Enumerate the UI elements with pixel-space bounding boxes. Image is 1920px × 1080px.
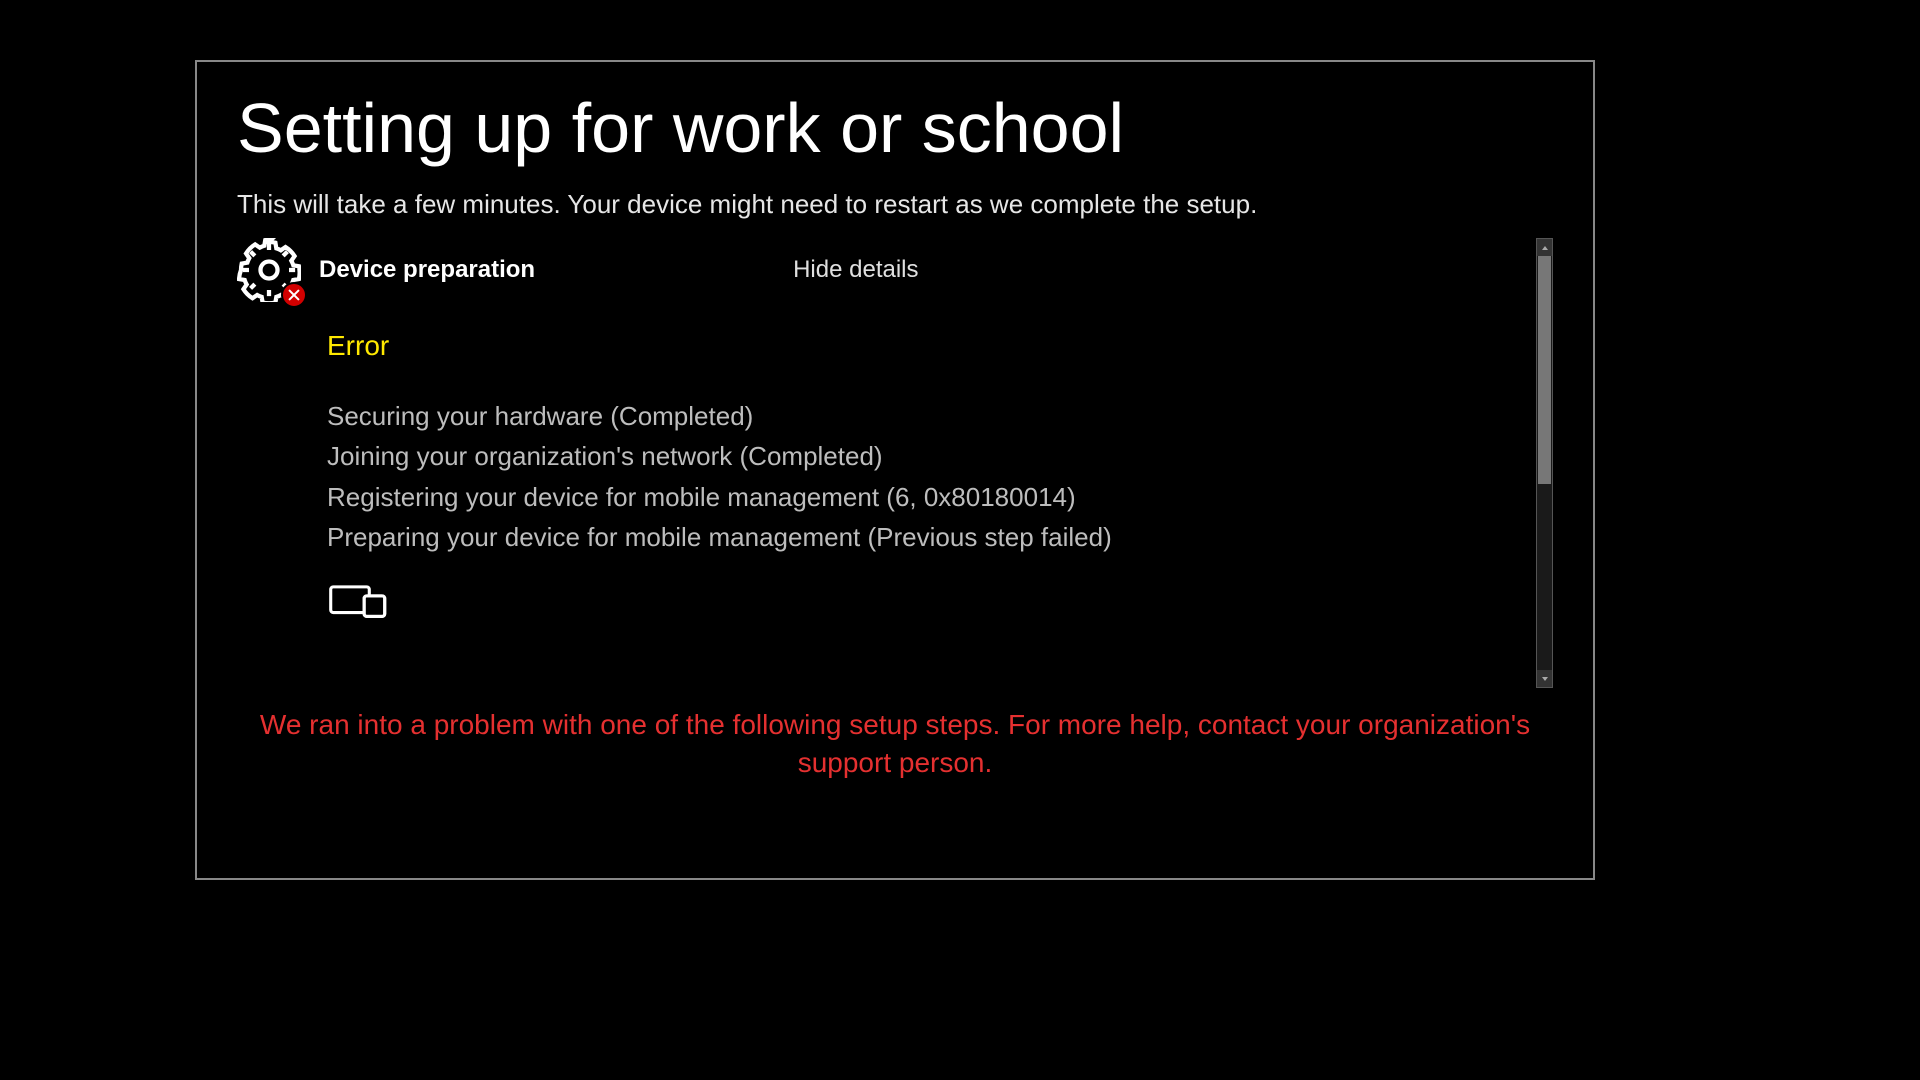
scroll-down-button[interactable] [1537, 670, 1552, 687]
scroll-thumb[interactable] [1538, 256, 1551, 484]
scroll-content: Device preparation Hide details Error Se… [237, 238, 1553, 619]
content-area: Device preparation Hide details Error Se… [237, 238, 1553, 688]
hide-details-toggle[interactable]: Hide details [793, 256, 918, 284]
scroll-track[interactable] [1537, 256, 1552, 670]
step-item: Securing your hardware (Completed) [327, 396, 1523, 436]
page-subtitle: This will take a few minutes. Your devic… [237, 189, 1553, 220]
problem-message: We ran into a problem with one of the fo… [237, 706, 1553, 782]
devices-icon [327, 583, 391, 619]
section-label: Device preparation [319, 256, 535, 284]
page-title: Setting up for work or school [237, 90, 1553, 167]
scroll-up-button[interactable] [1537, 239, 1552, 256]
step-item: Joining your organization's network (Com… [327, 436, 1523, 476]
gear-icon [237, 238, 301, 302]
step-item: Preparing your device for mobile managem… [327, 517, 1523, 557]
status-error: Error [327, 330, 1523, 362]
device-preparation-header: Device preparation Hide details [237, 238, 1523, 302]
section-details: Error Securing your hardware (Completed)… [237, 330, 1523, 619]
step-item: Registering your device for mobile manag… [327, 477, 1523, 517]
error-badge-icon [281, 282, 307, 308]
oobe-window: Setting up for work or school This will … [195, 60, 1595, 880]
scrollbar[interactable] [1536, 238, 1553, 688]
